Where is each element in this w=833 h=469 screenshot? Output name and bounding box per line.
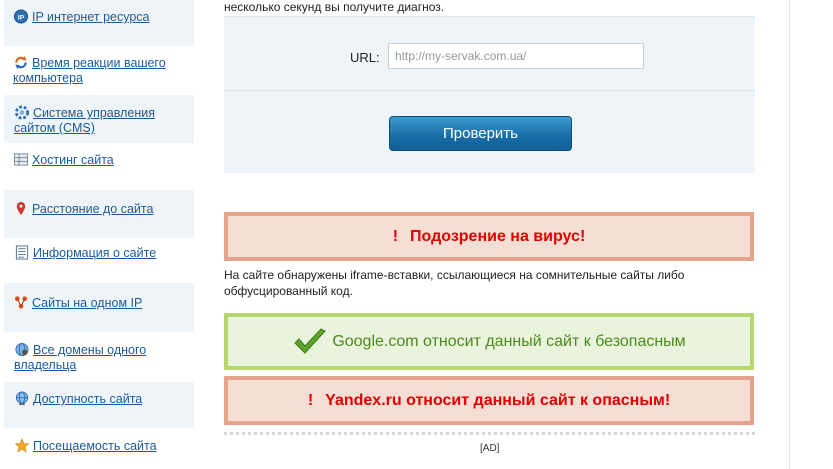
dotted-divider xyxy=(224,432,755,435)
sidebar-item-label: Хостинг сайта xyxy=(32,153,114,167)
yandex-alert-text: Yandex.ru относит данный сайт к опасным! xyxy=(325,391,671,409)
sidebar-item-label: Информация о сайте xyxy=(33,246,157,260)
sidebar-item-traffic[interactable]: Посещаемость сайта xyxy=(4,438,194,468)
sidebar-item-label: Система управления сайтом (CMS) xyxy=(14,106,155,135)
intro-text: несколько секунд вы получите диагноз. xyxy=(224,0,445,14)
sidebar-item-info[interactable]: Информация о сайте xyxy=(4,245,194,275)
document-icon xyxy=(15,245,29,260)
form-divider xyxy=(224,90,755,91)
sidebar-item-label: Все домены одного владельца xyxy=(14,343,147,372)
sidebar-item-all-domains[interactable]: Все домены одного владельца xyxy=(4,342,194,382)
alert-exclamation-icon: ! xyxy=(307,391,314,409)
virus-alert-text: Подозрение на вирус! xyxy=(410,227,586,245)
globe-user-icon xyxy=(15,342,29,357)
sidebar-item-cms[interactable]: Система управления сайтом (CMS) xyxy=(4,95,194,143)
sidebar-item-ip[interactable]: IP IP интернет ресурса xyxy=(4,0,194,46)
virus-alert: ! Подозрение на вирус! xyxy=(224,212,754,261)
cms-icon xyxy=(14,105,30,120)
url-input[interactable] xyxy=(388,43,644,69)
sidebar-item-label: Расстояние до сайта xyxy=(32,202,154,216)
check-button[interactable]: Проверить xyxy=(389,116,572,151)
google-status-text: Google.com относит данный сайт к безопас… xyxy=(332,332,686,350)
star-icon xyxy=(14,438,30,453)
map-pin-icon xyxy=(16,201,26,216)
sidebar-item-label: Посещаемость сайта xyxy=(33,439,157,453)
sidebar-item-label: Доступность сайта xyxy=(33,392,143,406)
sidebar-item-label: Сайты на одном IP xyxy=(32,296,143,310)
alert-exclamation-icon: ! xyxy=(392,227,399,245)
virus-description: На сайте обнаружены iframe-вставки, ссыл… xyxy=(224,268,685,298)
yandex-alert: ! Yandex.ru относит данный сайт к опасны… xyxy=(224,376,754,425)
sidebar-nav: IP IP интернет ресурса Время реакции ваше… xyxy=(0,0,194,469)
network-icon xyxy=(14,296,28,309)
check-form: URL: Проверить xyxy=(224,16,755,173)
url-label: URL: xyxy=(350,50,380,65)
reaction-time-icon xyxy=(15,55,27,70)
sidebar-item-label: IP интернет ресурса xyxy=(32,10,150,24)
sidebar-item-reaction-time[interactable]: Время реакции вашего компьютера xyxy=(4,55,194,95)
sidebar-item-distance[interactable]: Расстояние до сайта xyxy=(4,190,194,238)
svg-text:IP: IP xyxy=(18,14,25,21)
checkmark-icon xyxy=(294,327,327,354)
ad-label: [AD] xyxy=(480,443,500,454)
sidebar-item-hosting[interactable]: Хостинг сайта xyxy=(4,152,194,182)
sidebar-item-label: Время реакции вашего компьютера xyxy=(13,56,166,85)
sidebar-item-same-ip[interactable]: Сайты на одном IP xyxy=(4,283,194,332)
google-status: Google.com относит данный сайт к безопас… xyxy=(224,313,754,370)
ip-icon: IP xyxy=(13,9,29,24)
globe-icon xyxy=(15,391,29,406)
hosting-icon xyxy=(13,153,29,166)
right-border xyxy=(789,0,790,469)
sidebar-item-availability[interactable]: Доступность сайта xyxy=(4,382,194,428)
